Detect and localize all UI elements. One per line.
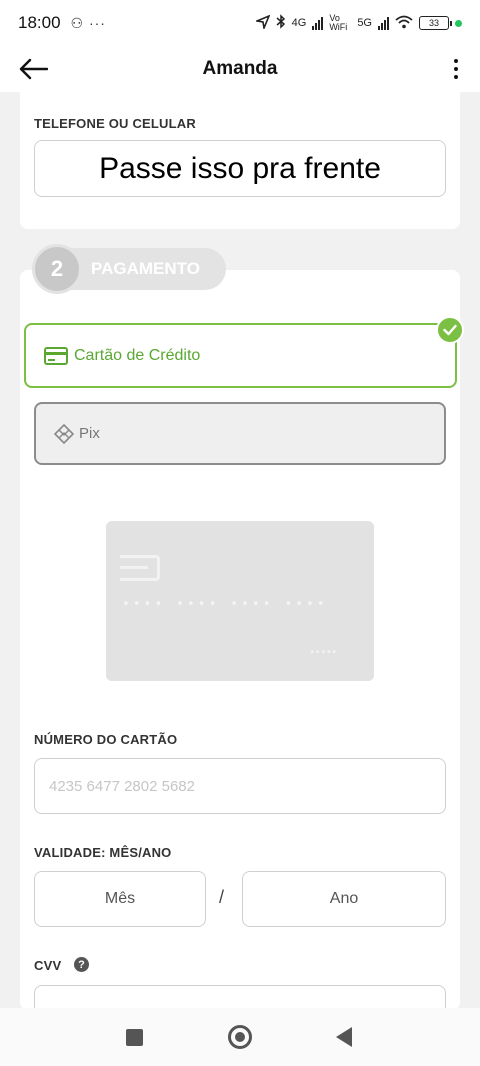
expiry-month-select[interactable]: Mês: [34, 871, 206, 927]
network-4g-label: 4G: [291, 17, 307, 29]
payment-option-label: Pix: [79, 425, 100, 442]
payment-option-label: Cartão de Crédito: [74, 346, 201, 364]
wifi-icon: [395, 15, 413, 32]
app-bar: Amanda: [0, 46, 480, 92]
phone-label: TELEFONE OU CELULAR: [34, 116, 196, 131]
credit-card-icon: [44, 346, 68, 365]
contact-card: TELEFONE OU CELULAR Passe isso pra frent…: [20, 92, 460, 229]
expiry-year-select[interactable]: Ano: [242, 871, 446, 927]
back-button[interactable]: [18, 52, 58, 86]
pix-icon: [54, 423, 74, 444]
card-number-input[interactable]: 4235 6477 2802 5682: [34, 758, 446, 814]
video-overlay-caption: Passe isso pra frente: [65, 150, 415, 188]
card-number-label: NÚMERO DO CARTÃO: [34, 732, 178, 747]
home-circle-icon[interactable]: [228, 1025, 252, 1049]
recents-square-icon[interactable]: [126, 1029, 143, 1046]
step-label: PAGAMENTO: [91, 259, 200, 278]
battery-icon: 33: [419, 16, 452, 30]
card-number-placeholder: 4235 6477 2802 5682: [49, 777, 195, 795]
volte-label: Vo WiFi: [329, 13, 348, 32]
payment-option-credit-card[interactable]: Cartão de Crédito: [24, 323, 457, 388]
location-icon: [253, 14, 271, 32]
arrow-left-icon: [19, 58, 48, 80]
cvv-label: CVV: [34, 958, 62, 973]
question-circle-icon[interactable]: ?: [74, 957, 89, 972]
status-bar: 18:00 ⚇ ··· 4G Vo WiFi 5G 33: [0, 0, 480, 46]
bluetooth-icon: [276, 14, 286, 32]
active-dot-icon: [455, 19, 462, 27]
credit-card-preview: •••• •••• •••• •••• •••••: [106, 521, 374, 681]
phone-input[interactable]: Passe isso pra frente: [34, 140, 446, 197]
card-preview-name: •••••: [310, 647, 338, 658]
network-5g-label: 5G: [357, 17, 372, 29]
back-triangle-icon[interactable]: [336, 1027, 352, 1047]
step-number-badge: 2: [32, 244, 82, 294]
signal-icon: [312, 16, 324, 30]
status-time: 18:00: [18, 13, 61, 32]
more-vertical-icon: [454, 59, 458, 63]
selected-check-icon: [436, 316, 464, 344]
status-right-icons: 4G Vo WiFi 5G 33: [253, 13, 462, 32]
page-title: Amanda: [202, 58, 278, 79]
expiry-label: VALIDADE: MÊS/ANO: [34, 845, 172, 860]
card-chip-icon: [120, 555, 160, 581]
expiry-separator: /: [219, 887, 225, 907]
notification-icons: ⚇ ···: [70, 14, 106, 31]
system-nav-bar: [0, 1008, 480, 1066]
more-options-button[interactable]: [444, 52, 468, 86]
payment-option-pix[interactable]: Pix: [34, 402, 446, 465]
signal-icon-2: [378, 16, 389, 30]
card-preview-number: •••• •••• •••• ••••: [122, 597, 328, 612]
